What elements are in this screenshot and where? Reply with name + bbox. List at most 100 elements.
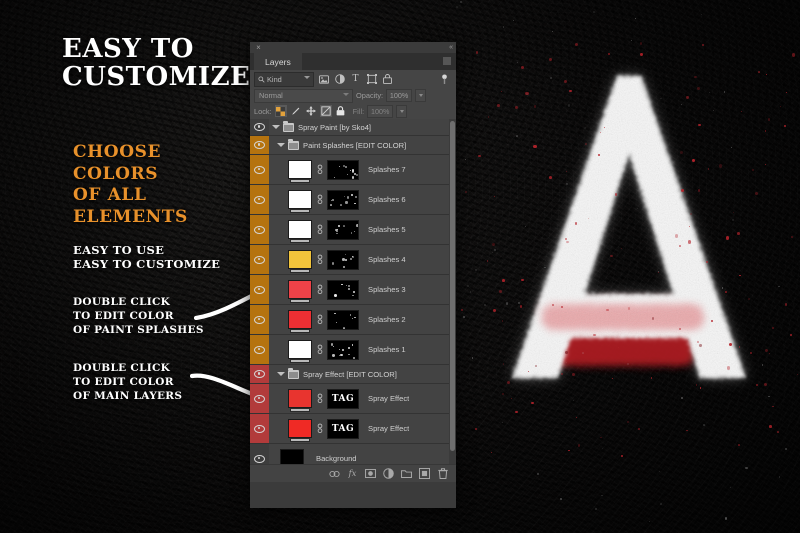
new-group-icon[interactable] (401, 468, 412, 479)
layer-mask-thumbnail[interactable] (327, 159, 359, 180)
layer-row-body[interactable]: Splashes 5 (269, 215, 456, 244)
filter-kind-dropdown[interactable]: Kind (254, 71, 314, 87)
layer-row[interactable]: Splashes 1 (250, 335, 456, 365)
layer-row-body[interactable]: TAG Spray Effect (269, 384, 456, 413)
layer-mask-thumbnail[interactable] (327, 339, 359, 360)
layer-mask-thumbnail[interactable] (327, 279, 359, 300)
lock-position-icon[interactable] (305, 105, 317, 117)
layer-row[interactable]: Paint Splashes [EDIT COLOR] (250, 136, 456, 155)
layer-visibility-toggle[interactable] (250, 305, 269, 334)
lock-image-icon[interactable] (290, 105, 302, 117)
layer-visibility-toggle[interactable] (250, 335, 269, 364)
disclosure-triangle-icon[interactable] (277, 371, 285, 378)
layer-visibility-toggle[interactable] (250, 365, 269, 383)
layer-row[interactable]: Background (250, 444, 456, 464)
layer-row-body[interactable]: Background (269, 444, 456, 464)
layer-row[interactable]: TAG Spray Effect (250, 384, 456, 414)
disclosure-triangle-icon[interactable] (277, 142, 285, 149)
layer-visibility-toggle[interactable] (250, 384, 269, 413)
layer-visibility-toggle[interactable] (250, 185, 269, 214)
lock-transparency-icon[interactable] (274, 105, 287, 117)
layer-visibility-toggle[interactable] (250, 215, 269, 244)
layer-row[interactable]: Splashes 5 (250, 215, 456, 245)
layer-thumbnail[interactable] (280, 449, 304, 464)
photoshop-layers-panel[interactable]: × « Layers Kind T Normal Opacity: 100% L… (250, 42, 456, 508)
smart-object-filter-icon[interactable] (381, 73, 394, 86)
layer-visibility-toggle[interactable] (250, 136, 269, 154)
panel-menu-icon[interactable] (443, 57, 451, 65)
layer-row[interactable]: Splashes 3 (250, 275, 456, 305)
layer-row-body[interactable]: Splashes 1 (269, 335, 456, 364)
link-mask-icon[interactable] (316, 284, 323, 295)
disclosure-triangle-icon[interactable] (272, 124, 280, 131)
layer-row-body[interactable]: Spray Paint [by Sko4] (269, 119, 456, 135)
layer-visibility-toggle[interactable] (250, 155, 269, 184)
layer-thumbnail[interactable] (288, 340, 312, 363)
layer-visibility-toggle[interactable] (250, 414, 269, 443)
layer-visibility-toggle[interactable] (250, 119, 269, 135)
fill-input[interactable]: 100% (367, 104, 394, 118)
layer-mask-thumbnail[interactable]: TAG (327, 388, 359, 409)
close-icon[interactable]: × (254, 43, 263, 52)
fill-stepper[interactable] (396, 104, 408, 118)
layer-visibility-toggle[interactable] (250, 275, 269, 304)
layer-thumbnail[interactable] (288, 220, 312, 243)
lock-all-icon[interactable] (335, 105, 347, 117)
link-mask-icon[interactable] (316, 344, 323, 355)
layer-row-body[interactable]: TAG Spray Effect (269, 414, 456, 443)
layer-row[interactable]: Splashes 4 (250, 245, 456, 275)
link-mask-icon[interactable] (316, 224, 323, 235)
layer-thumbnail[interactable] (288, 190, 312, 213)
layer-mask-thumbnail[interactable] (327, 249, 359, 270)
collapse-panel-icon[interactable]: « (449, 44, 453, 51)
layer-row-body[interactable]: Splashes 4 (269, 245, 456, 274)
layer-list[interactable]: Spray Paint [by Sko4] Paint Splashes [EDI… (250, 119, 456, 464)
layer-mask-thumbnail[interactable] (327, 219, 359, 240)
blend-mode-dropdown[interactable]: Normal (254, 88, 353, 103)
filter-toggle-icon[interactable] (438, 73, 451, 86)
scrollbar-thumb[interactable] (450, 121, 455, 451)
delete-layer-icon[interactable] (437, 468, 448, 479)
link-mask-icon[interactable] (316, 164, 323, 175)
pixel-layer-filter-icon[interactable] (317, 73, 330, 86)
opacity-input[interactable]: 100% (386, 89, 413, 102)
layer-row-body[interactable]: Splashes 7 (269, 155, 456, 184)
layer-row[interactable]: Spray Paint [by Sko4] (250, 119, 456, 136)
layer-row[interactable]: Splashes 7 (250, 155, 456, 185)
layer-thumbnail[interactable] (288, 280, 312, 303)
layer-row[interactable]: Splashes 2 (250, 305, 456, 335)
layer-row[interactable]: TAG Spray Effect (250, 414, 456, 444)
layer-row-body[interactable]: Splashes 3 (269, 275, 456, 304)
layer-visibility-toggle[interactable] (250, 444, 269, 464)
layer-mask-thumbnail[interactable]: TAG (327, 418, 359, 439)
layer-mask-thumbnail[interactable] (327, 189, 359, 210)
layer-mask-thumbnail[interactable] (327, 309, 359, 330)
shape-layer-filter-icon[interactable] (365, 73, 378, 86)
add-layer-mask-icon[interactable] (365, 468, 376, 479)
layer-thumbnail[interactable] (288, 389, 312, 412)
layer-row[interactable]: Splashes 6 (250, 185, 456, 215)
layer-thumbnail[interactable] (288, 419, 312, 442)
layer-list-scrollbar[interactable] (449, 119, 456, 464)
lock-artboard-icon[interactable] (319, 105, 332, 117)
link-layers-icon[interactable] (329, 468, 340, 479)
link-mask-icon[interactable] (316, 254, 323, 265)
link-mask-icon[interactable] (316, 194, 323, 205)
new-layer-icon[interactable] (419, 468, 430, 479)
tab-layers[interactable]: Layers (254, 53, 302, 70)
layer-row-body[interactable]: Paint Splashes [EDIT COLOR] (269, 136, 456, 154)
opacity-stepper[interactable] (415, 89, 427, 102)
layer-visibility-toggle[interactable] (250, 245, 269, 274)
link-mask-icon[interactable] (316, 314, 323, 325)
layer-thumbnail[interactable] (288, 250, 312, 273)
link-mask-icon[interactable] (316, 393, 323, 404)
layer-row-body[interactable]: Spray Effect [EDIT COLOR] (269, 365, 456, 383)
layer-row[interactable]: Spray Effect [EDIT COLOR] (250, 365, 456, 384)
layer-thumbnail[interactable] (288, 160, 312, 183)
new-adjustment-layer-icon[interactable] (383, 468, 394, 479)
adjustment-layer-filter-icon[interactable] (333, 73, 346, 86)
layer-style-fx-icon[interactable]: fx (347, 468, 358, 479)
layer-row-body[interactable]: Splashes 2 (269, 305, 456, 334)
layer-thumbnail[interactable] (288, 310, 312, 333)
layer-row-body[interactable]: Splashes 6 (269, 185, 456, 214)
